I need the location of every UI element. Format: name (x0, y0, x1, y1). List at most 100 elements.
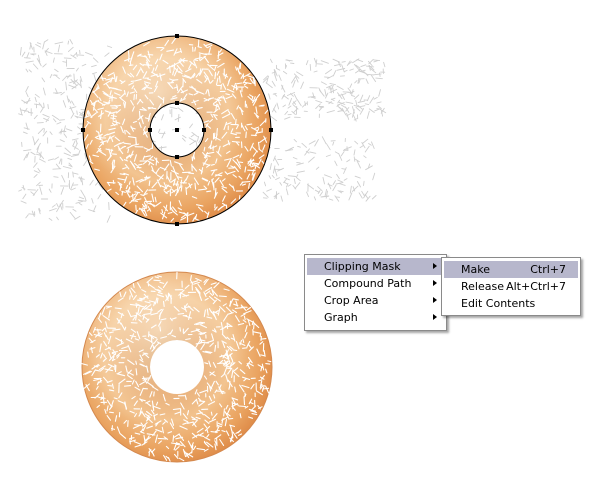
stray-sprinkle (368, 143, 372, 146)
submenu-item-edit-contents[interactable]: Edit Contents (444, 295, 578, 312)
stray-sprinkle (315, 166, 320, 170)
sugar-sprinkle (87, 351, 89, 358)
stray-sprinkle (378, 89, 381, 97)
stray-sprinkle (359, 108, 365, 115)
stray-sprinkle (353, 94, 360, 100)
stray-sprinkle (23, 127, 30, 130)
stray-sprinkle (38, 158, 46, 163)
menu-item-graph[interactable]: Graph (307, 309, 444, 326)
stray-sprinkle (61, 174, 66, 183)
stray-sprinkle (73, 73, 75, 82)
stray-sprinkle (265, 82, 273, 89)
anchor-point-handle-center[interactable] (175, 128, 179, 132)
stray-sprinkle (356, 160, 361, 169)
stray-sprinkle (366, 73, 374, 76)
stray-sprinkle (300, 81, 304, 90)
stray-sprinkle (80, 189, 86, 198)
sugar-sprinkle (260, 354, 265, 357)
stray-sprinkle (377, 105, 382, 109)
stray-sprinkle (25, 92, 29, 98)
stray-sprinkle (69, 39, 73, 45)
stray-sprinkle (48, 188, 52, 193)
stray-sprinkle (89, 179, 94, 186)
stray-sprinkle (325, 154, 331, 157)
menu-item-crop-area[interactable]: Crop Area (307, 292, 444, 309)
stray-sprinkle (84, 196, 87, 202)
stray-sprinkle (319, 89, 325, 97)
stray-sprinkle (169, 106, 178, 110)
anchor-point-handle-outer-bottom[interactable] (175, 222, 179, 226)
sugar-sprinkle (153, 279, 161, 282)
sugar-sprinkle (135, 368, 138, 376)
stray-sprinkle (97, 193, 102, 200)
anchor-point-handle-outer-left[interactable] (81, 128, 85, 132)
stray-sprinkle (283, 95, 289, 100)
stray-sprinkle (54, 41, 64, 45)
sugar-sprinkle (199, 321, 206, 324)
sugar-sprinkle (121, 191, 124, 196)
context-menu: Clipping Mask Compound Path Crop Area Gr… (304, 254, 447, 331)
stray-sprinkle (327, 182, 332, 190)
top-donut-artwork[interactable] (81, 34, 273, 226)
menu-item-clipping-mask[interactable]: Clipping Mask (307, 258, 444, 275)
sugar-sprinkle (246, 123, 253, 126)
stray-sprinkle (59, 203, 63, 211)
sugar-sprinkle (217, 50, 220, 60)
sugar-sprinkle (129, 295, 131, 300)
artboard-canvas[interactable] (0, 0, 600, 500)
anchor-point-handle-inner-top[interactable] (175, 101, 179, 105)
sugar-sprinkle (124, 129, 126, 135)
stray-sprinkle (309, 151, 317, 154)
sugar-sprinkle (231, 140, 240, 143)
menu-item-compound-path[interactable]: Compound Path (307, 275, 444, 292)
stray-sprinkle (338, 153, 343, 161)
stray-sprinkle (282, 104, 286, 108)
clipping-mask-submenu: Make Ctrl+7 Release Alt+Ctrl+7 Edit Cont… (441, 257, 581, 316)
stray-sprinkle (43, 128, 45, 133)
bottom-donut-artwork[interactable] (80, 271, 273, 463)
stray-sprinkle (284, 110, 289, 115)
stray-sprinkle (92, 57, 99, 63)
stray-sprinkle (340, 104, 347, 109)
sugar-sprinkle (234, 307, 243, 309)
anchor-point-handle-outer-right[interactable] (269, 128, 273, 132)
stray-sprinkle (320, 60, 329, 64)
anchor-point-handle-inner-right[interactable] (202, 128, 206, 132)
sugar-sprinkle (214, 187, 217, 197)
sugar-sprinkle (198, 400, 205, 402)
stray-sprinkle (33, 162, 38, 168)
stray-sprinkle (343, 146, 352, 151)
sugar-sprinkle (103, 398, 105, 405)
stray-sprinkle (332, 58, 341, 63)
stray-sprinkle (182, 134, 187, 139)
stray-sprinkle (93, 73, 97, 82)
menu-item-label: Compound Path (324, 277, 412, 290)
sugar-sprinkle (210, 411, 213, 416)
stray-sprinkle (39, 151, 42, 158)
submenu-item-make[interactable]: Make Ctrl+7 (444, 261, 578, 278)
sugar-sprinkle (232, 349, 238, 352)
stray-sprinkle (25, 86, 29, 93)
stray-sprinkle (283, 181, 288, 185)
stray-sprinkle (42, 63, 47, 68)
stray-sprinkle (363, 71, 369, 77)
sugar-sprinkle (210, 163, 215, 166)
stray-sprinkle (324, 76, 330, 78)
sugar-sprinkle (193, 59, 199, 62)
stray-sprinkle (296, 170, 305, 173)
stray-sprinkle (314, 189, 320, 193)
stray-sprinkle (104, 52, 110, 57)
sugar-sprinkle (110, 117, 116, 120)
stray-sprinkle (73, 172, 79, 175)
stray-sprinkle (65, 75, 72, 77)
stray-sprinkle (371, 141, 375, 149)
stray-sprinkle (373, 59, 381, 62)
submenu-item-release[interactable]: Release Alt+Ctrl+7 (444, 278, 578, 295)
stray-sprinkle (23, 149, 32, 152)
anchor-point-handle-inner-bottom[interactable] (175, 155, 179, 159)
anchor-point-handle-inner-left[interactable] (148, 128, 152, 132)
stray-sprinkle (32, 136, 36, 145)
anchor-point-handle-outer-top[interactable] (175, 34, 179, 38)
sugar-sprinkle (162, 96, 165, 104)
stray-sprinkle (91, 64, 97, 68)
